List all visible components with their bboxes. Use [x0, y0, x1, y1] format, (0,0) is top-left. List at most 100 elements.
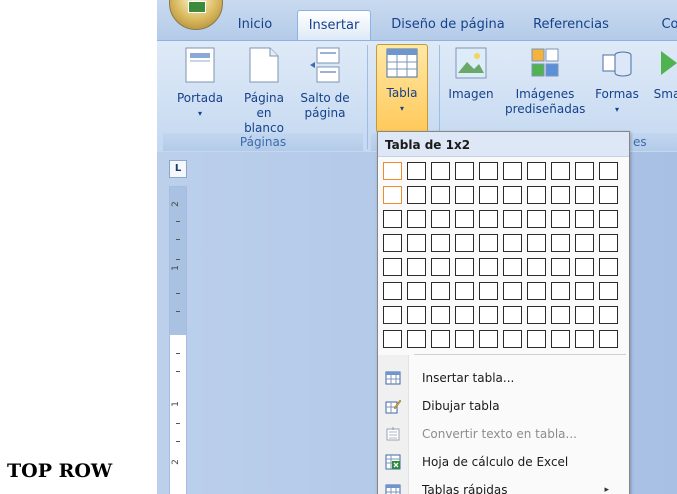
table-grid-cell[interactable]: [407, 210, 426, 228]
table-grid-cell[interactable]: [575, 330, 594, 348]
table-grid-cell[interactable]: [551, 258, 570, 276]
table-grid-cell[interactable]: [383, 306, 402, 324]
tab-correspondencia[interactable]: Co: [655, 10, 677, 40]
table-grid-cell[interactable]: [527, 186, 546, 204]
table-grid-cell[interactable]: [431, 210, 450, 228]
imagen-button[interactable]: Imagen: [445, 47, 497, 102]
table-grid-cell[interactable]: [575, 258, 594, 276]
table-grid-cell[interactable]: [575, 234, 594, 252]
table-grid-cell[interactable]: [575, 186, 594, 204]
table-grid-cell[interactable]: [503, 210, 522, 228]
table-grid-cell[interactable]: [407, 186, 426, 204]
table-grid-cell[interactable]: [431, 258, 450, 276]
tab-referencias[interactable]: Referencias: [525, 10, 617, 40]
table-grid-cell[interactable]: [383, 330, 402, 348]
table-grid-cell[interactable]: [599, 186, 618, 204]
table-grid-cell[interactable]: [503, 186, 522, 204]
table-grid-cell[interactable]: [479, 210, 498, 228]
table-grid-cell[interactable]: [599, 282, 618, 300]
tab-insertar[interactable]: Insertar: [297, 10, 371, 41]
table-grid-cell[interactable]: [551, 330, 570, 348]
formas-button[interactable]: Formas ▾: [589, 47, 645, 117]
table-grid-cell[interactable]: [503, 258, 522, 276]
table-grid-cell[interactable]: [599, 162, 618, 180]
table-grid-cell[interactable]: [407, 258, 426, 276]
table-grid-cell[interactable]: [479, 186, 498, 204]
table-grid-cell[interactable]: [383, 258, 402, 276]
table-grid-cell[interactable]: [599, 306, 618, 324]
table-grid-cell[interactable]: [551, 282, 570, 300]
table-grid-cell[interactable]: [383, 282, 402, 300]
table-grid-cell[interactable]: [407, 330, 426, 348]
table-grid-cell[interactable]: [383, 234, 402, 252]
table-grid-cell[interactable]: [383, 210, 402, 228]
table-grid-cell[interactable]: [575, 282, 594, 300]
table-grid-cell[interactable]: [527, 306, 546, 324]
table-grid-cell[interactable]: [479, 330, 498, 348]
table-grid-cell[interactable]: [551, 186, 570, 204]
smartart-button[interactable]: Sma: [647, 47, 677, 102]
table-grid-cell[interactable]: [431, 306, 450, 324]
table-grid-cell[interactable]: [431, 330, 450, 348]
table-grid-cell[interactable]: [455, 330, 474, 348]
table-grid-cell[interactable]: [455, 282, 474, 300]
table-grid-cell[interactable]: [551, 162, 570, 180]
table-grid-cell[interactable]: [503, 234, 522, 252]
table-grid-cell[interactable]: [527, 162, 546, 180]
portada-button[interactable]: Portada ▾: [173, 47, 227, 121]
table-grid-cell[interactable]: [575, 162, 594, 180]
table-grid-cell[interactable]: [455, 306, 474, 324]
table-grid-cell[interactable]: [407, 282, 426, 300]
dibujar-tabla-item[interactable]: Dibujar tabla: [378, 393, 629, 419]
pagina-en-blanco-button[interactable]: Página en blanco: [235, 47, 293, 136]
table-grid-cell[interactable]: [431, 162, 450, 180]
table-grid-cell[interactable]: [383, 162, 402, 180]
table-grid-cell[interactable]: [407, 162, 426, 180]
table-grid-cell[interactable]: [431, 186, 450, 204]
convertir-texto-item[interactable]: Convertir texto en tabla...: [378, 421, 629, 447]
table-grid-cell[interactable]: [455, 162, 474, 180]
table-grid-cell[interactable]: [527, 330, 546, 348]
table-grid-cell[interactable]: [551, 234, 570, 252]
office-button[interactable]: [169, 0, 223, 30]
table-grid-cell[interactable]: [599, 234, 618, 252]
table-grid-cell[interactable]: [431, 234, 450, 252]
imagenes-prediseñadas-button[interactable]: Imágenes prediseñadas: [505, 47, 585, 117]
table-grid-cell[interactable]: [455, 186, 474, 204]
table-grid-cell[interactable]: [383, 186, 402, 204]
hoja-excel-item[interactable]: Hoja de cálculo de Excel: [378, 449, 629, 475]
tab-diseno-pagina[interactable]: Diseño de página: [389, 10, 507, 40]
table-grid-cell[interactable]: [503, 282, 522, 300]
table-grid-cell[interactable]: [527, 282, 546, 300]
table-grid-cell[interactable]: [503, 330, 522, 348]
table-grid-cell[interactable]: [431, 282, 450, 300]
tab-inicio[interactable]: Inicio: [231, 10, 279, 40]
table-grid-cell[interactable]: [479, 282, 498, 300]
salto-de-pagina-button[interactable]: Salto de página: [297, 47, 353, 121]
table-grid-cell[interactable]: [407, 234, 426, 252]
insertar-tabla-item[interactable]: Insertar tabla...: [378, 365, 629, 391]
table-grid-cell[interactable]: [599, 330, 618, 348]
table-grid-cell[interactable]: [575, 210, 594, 228]
table-grid-cell[interactable]: [455, 234, 474, 252]
table-grid-cell[interactable]: [479, 234, 498, 252]
table-grid-cell[interactable]: [599, 258, 618, 276]
table-grid-cell[interactable]: [479, 162, 498, 180]
table-grid-cell[interactable]: [455, 210, 474, 228]
tabla-button[interactable]: Tabla ▾: [376, 44, 428, 133]
table-grid-cell[interactable]: [551, 210, 570, 228]
table-grid-cell[interactable]: [527, 234, 546, 252]
table-grid-cell[interactable]: [479, 258, 498, 276]
table-grid-cell[interactable]: [479, 306, 498, 324]
table-grid-cell[interactable]: [503, 306, 522, 324]
table-grid-cell[interactable]: [575, 306, 594, 324]
table-grid-cell[interactable]: [527, 258, 546, 276]
table-grid-cell[interactable]: [503, 162, 522, 180]
table-grid-cell[interactable]: [527, 210, 546, 228]
table-grid-cell[interactable]: [455, 258, 474, 276]
vertical-ruler[interactable]: 2 1 1 2: [169, 186, 187, 494]
ruler-toggle-button[interactable]: L: [169, 160, 187, 178]
table-grid-cell[interactable]: [407, 306, 426, 324]
table-grid-cell[interactable]: [551, 306, 570, 324]
table-grid-cell[interactable]: [599, 210, 618, 228]
